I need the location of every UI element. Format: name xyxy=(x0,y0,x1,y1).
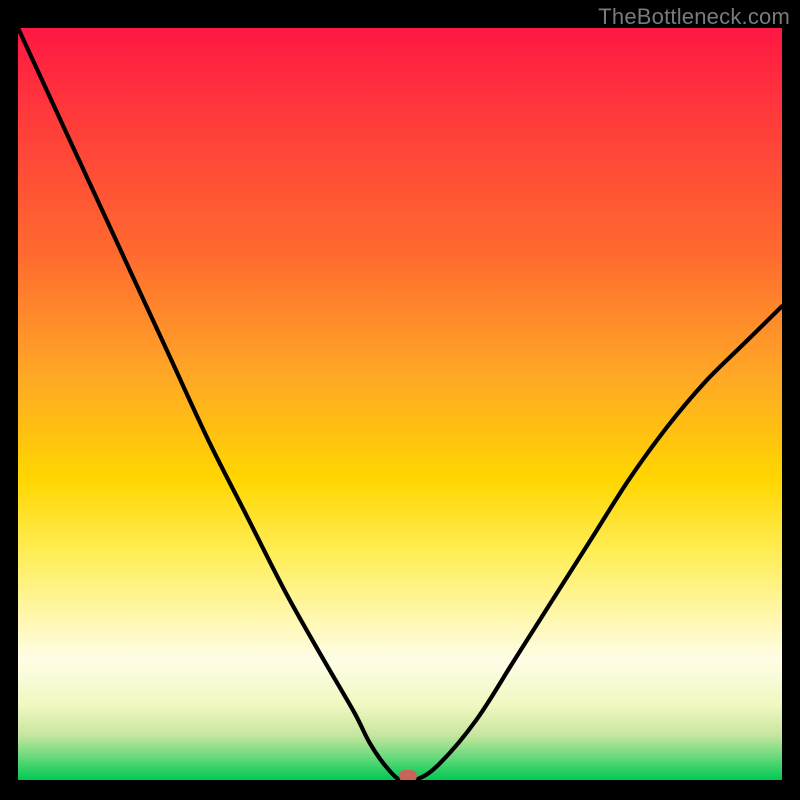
plot-area xyxy=(18,28,782,780)
watermark-text: TheBottleneck.com xyxy=(598,4,790,30)
bottleneck-curve xyxy=(18,28,782,780)
optimal-point-marker xyxy=(399,770,417,780)
chart-frame: TheBottleneck.com xyxy=(0,0,800,800)
